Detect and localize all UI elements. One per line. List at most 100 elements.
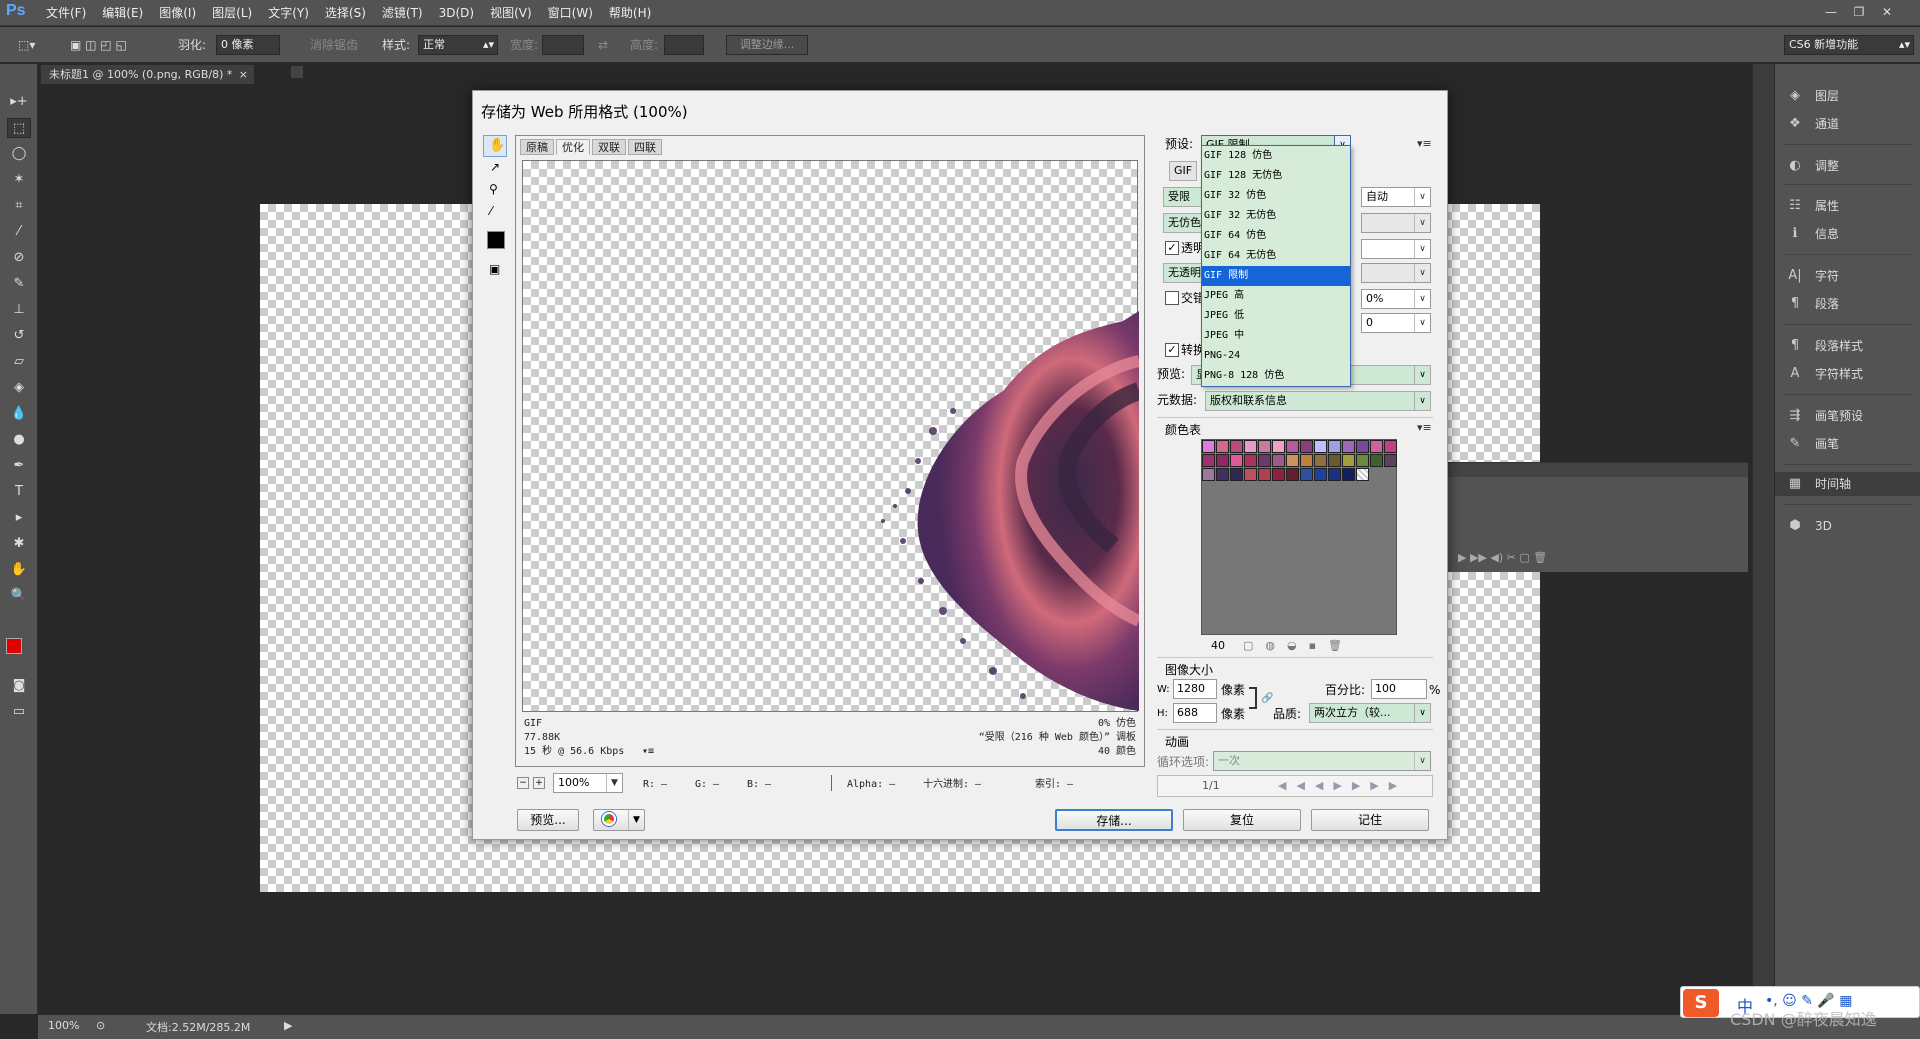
loop-select[interactable]: 一次 ∨ xyxy=(1213,751,1431,771)
lossy-select[interactable]: 0% ∨ xyxy=(1361,289,1431,309)
slice-select-tool-icon[interactable]: ↗ xyxy=(483,157,507,179)
panel-3d[interactable]: ⬢ 3D xyxy=(1775,514,1920,538)
color-swatch[interactable] xyxy=(1300,440,1313,453)
move-tool-icon[interactable]: ▸+ xyxy=(7,92,31,112)
menu-filter[interactable]: 滤镜(T) xyxy=(374,0,431,26)
height-input[interactable] xyxy=(664,35,704,55)
panel-timeline[interactable]: ▦ 时间轴 xyxy=(1775,472,1920,496)
paint-bucket-icon[interactable]: ◈ xyxy=(7,378,31,398)
reset-button[interactable]: 复位 xyxy=(1183,809,1301,831)
timeline-controls[interactable]: ▶ ▶▶ ◀) ✂ ▢ 🗑 xyxy=(1448,548,1748,568)
foreground-color-swatch[interactable] xyxy=(6,638,22,654)
preset-option[interactable]: JPEG 中 xyxy=(1202,326,1350,346)
height-input[interactable]: 688 xyxy=(1173,703,1217,723)
marquee-tool-icon[interactable]: ⬚▾ xyxy=(18,35,35,55)
dither-select[interactable]: 无仿色 xyxy=(1163,213,1203,233)
color-swatch[interactable] xyxy=(1286,454,1299,467)
preset-option[interactable]: GIF 64 无仿色 xyxy=(1202,246,1350,266)
menu-3d[interactable]: 3D(D) xyxy=(431,0,482,26)
screen-mode-icon[interactable]: ▭ xyxy=(7,702,31,722)
hand-tool-icon[interactable]: ✋ xyxy=(7,560,31,580)
menu-view[interactable]: 视图(V) xyxy=(482,0,540,26)
panel-brush-presets[interactable]: ⇶ 画笔预设 xyxy=(1775,404,1920,428)
color-swatch[interactable] xyxy=(1328,468,1341,481)
zoom-tool-icon[interactable]: ⚲ xyxy=(483,179,507,201)
preset-option[interactable]: GIF 32 仿色 xyxy=(1202,186,1350,206)
color-swatch[interactable] xyxy=(1216,454,1229,467)
shape-tool-icon[interactable]: ✱ xyxy=(7,534,31,554)
panel-paragraph-styles[interactable]: ¶ 段落样式 xyxy=(1775,334,1920,358)
close-tab-icon[interactable]: × xyxy=(239,65,248,84)
color-swatch[interactable] xyxy=(1384,440,1397,453)
color-swatch[interactable] xyxy=(1272,440,1285,453)
menu-type[interactable]: 文字(Y) xyxy=(260,0,317,26)
document-tab[interactable]: 未标题1 @ 100% (0.png, RGB/8) * × xyxy=(40,64,255,84)
stamp-tool-icon[interactable]: ⊥ xyxy=(7,300,31,320)
tab-original[interactable]: 原稿 xyxy=(520,139,554,155)
color-swatch[interactable] xyxy=(1258,440,1271,453)
eyedropper-icon[interactable]: ⁄ xyxy=(7,222,31,242)
close-button[interactable]: ✕ xyxy=(1874,2,1900,22)
color-swatch[interactable] xyxy=(1342,454,1355,467)
color-swatch[interactable] xyxy=(1216,468,1229,481)
amount-select[interactable]: ∨ xyxy=(1361,263,1431,283)
feather-input[interactable]: 0 像素 xyxy=(216,35,280,55)
preset-option[interactable]: PNG-8 128 仿色 xyxy=(1202,366,1350,386)
zoom-out-button[interactable]: − xyxy=(517,777,529,789)
toggle-slices-icon[interactable]: ▣ xyxy=(483,259,507,281)
convert-srgb-checkbox[interactable]: ✓ xyxy=(1165,343,1179,357)
dodge-tool-icon[interactable]: ● xyxy=(7,430,31,450)
brush-tool-icon[interactable]: ✎ xyxy=(7,274,31,294)
color-swatch[interactable] xyxy=(1286,468,1299,481)
color-swatch[interactable] xyxy=(1342,468,1355,481)
preset-option[interactable]: JPEG 高 xyxy=(1202,286,1350,306)
width-input[interactable]: 1280 xyxy=(1173,679,1217,699)
color-swatch[interactable] xyxy=(1244,454,1257,467)
color-swatch[interactable] xyxy=(1216,440,1229,453)
color-swatch[interactable] xyxy=(1300,468,1313,481)
tab-4up[interactable]: 四联 xyxy=(628,139,662,155)
color-swatch[interactable] xyxy=(1314,454,1327,467)
marquee-tool-icon[interactable]: ⬚ xyxy=(7,118,31,138)
tab-optimized[interactable]: 优化 xyxy=(556,139,590,155)
optimize-menu-icon[interactable]: ▾≡ xyxy=(1417,137,1432,150)
interlace-checkbox[interactable] xyxy=(1165,291,1179,305)
lasso-tool-icon[interactable]: ◯ xyxy=(7,144,31,164)
browser-select[interactable]: ▼ xyxy=(593,809,645,831)
pen-tool-icon[interactable]: ✒ xyxy=(7,456,31,476)
zoom-tool-icon[interactable]: 🔍 xyxy=(7,586,31,606)
dither-amount-select[interactable]: ∨ xyxy=(1361,213,1431,233)
metadata-select[interactable]: 版权和联系信息 ∨ xyxy=(1205,391,1431,411)
remember-button[interactable]: 记住 xyxy=(1311,809,1429,831)
color-swatch[interactable] xyxy=(1356,454,1369,467)
crop-tool-icon[interactable]: ⌗ xyxy=(7,196,31,216)
color-swatch[interactable] xyxy=(1230,454,1243,467)
panel-info[interactable]: ℹ 信息 xyxy=(1775,222,1920,246)
color-swatch[interactable] xyxy=(1286,440,1299,453)
minimize-button[interactable]: — xyxy=(1818,2,1844,22)
selection-mode-icons[interactable]: ▣ ◫ ◰ ◱ xyxy=(70,35,127,55)
color-swatch[interactable] xyxy=(1314,440,1327,453)
quick-mask-icon[interactable]: ◙ xyxy=(7,676,31,696)
color-swatch[interactable] xyxy=(1258,454,1271,467)
preset-option[interactable]: PNG-24 xyxy=(1202,346,1350,366)
color-swatch[interactable] xyxy=(1342,440,1355,453)
menu-help[interactable]: 帮助(H) xyxy=(601,0,659,26)
matte-select[interactable]: ∨ xyxy=(1361,239,1431,259)
color-swatch[interactable] xyxy=(1314,468,1327,481)
web-snap-select[interactable]: 0 ∨ xyxy=(1361,313,1431,333)
style-select[interactable]: 正常 ▴▾ xyxy=(418,35,498,55)
preset-option[interactable]: GIF 64 仿色 xyxy=(1202,226,1350,246)
color-table[interactable] xyxy=(1201,439,1397,635)
history-brush-icon[interactable]: ↺ xyxy=(7,326,31,346)
color-swatch[interactable] xyxy=(1328,454,1341,467)
menu-edit[interactable]: 编辑(E) xyxy=(94,0,151,26)
menu-select[interactable]: 选择(S) xyxy=(317,0,374,26)
colors-select[interactable]: 自动 ∨ xyxy=(1361,187,1431,207)
optimized-image-preview[interactable] xyxy=(522,160,1139,712)
color-swatch[interactable] xyxy=(1356,440,1369,453)
color-swatch[interactable] xyxy=(1258,468,1271,481)
color-swatch[interactable] xyxy=(1328,440,1341,453)
panel-channels[interactable]: ❖ 通道 xyxy=(1775,112,1920,136)
save-button[interactable]: 存储... xyxy=(1055,809,1173,831)
